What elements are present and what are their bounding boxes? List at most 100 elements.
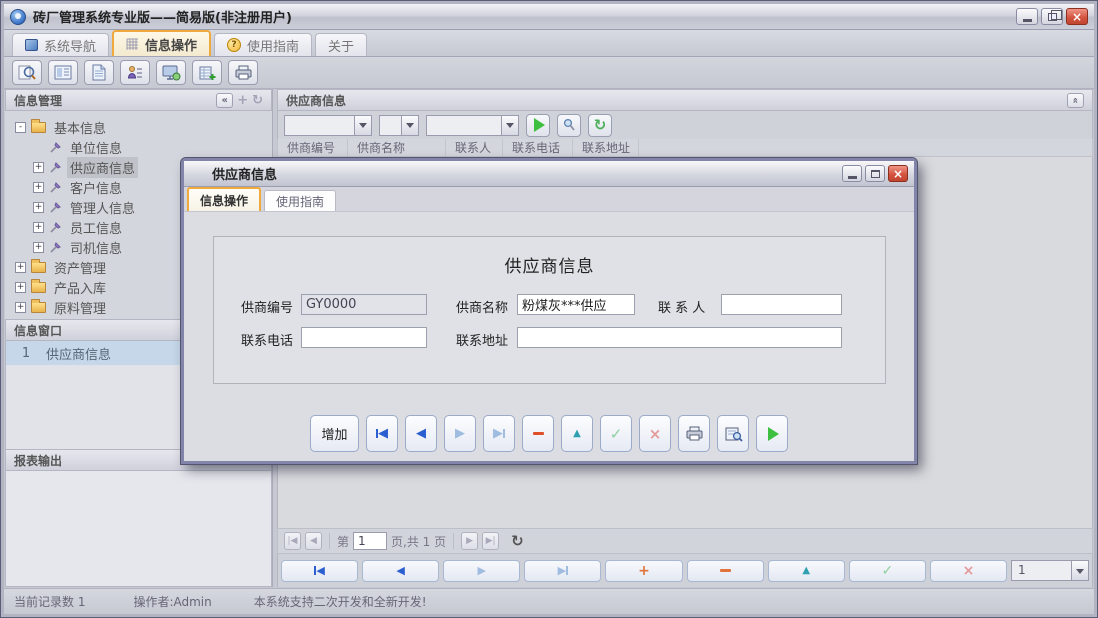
expander-icon[interactable]: +: [33, 202, 44, 213]
last-page-button[interactable]: ▶|: [482, 532, 499, 550]
refresh-page-icon[interactable]: ↻: [511, 532, 524, 550]
monitor-button[interactable]: [156, 60, 186, 85]
expander-icon[interactable]: +: [33, 182, 44, 193]
filter-value-combo[interactable]: [426, 115, 519, 136]
confirm-record-button[interactable]: ✓: [849, 560, 926, 582]
delete-record-button[interactable]: [687, 560, 764, 582]
advanced-search-button[interactable]: [557, 114, 581, 137]
supplier-code-field[interactable]: [301, 294, 427, 315]
page-prefix-label: 第: [337, 533, 349, 550]
supplier-name-field[interactable]: [517, 294, 635, 315]
folder-icon: [31, 282, 46, 293]
column-header-contact[interactable]: 联系人: [446, 139, 503, 156]
dialog-content: 供应商信息 供商编号 供商名称 联 系 人 联系电话 联系地址 增加 ◀ ◀ ▶…: [184, 212, 914, 463]
expander-icon[interactable]: +: [15, 262, 26, 273]
search-button[interactable]: [12, 60, 42, 85]
chevron-down-icon[interactable]: [1071, 561, 1088, 580]
column-header-phone[interactable]: 联系电话: [503, 139, 573, 156]
record-count-combo[interactable]: 1: [1011, 560, 1089, 581]
new-document-button[interactable]: [84, 60, 114, 85]
dialog-button-row: 增加 ◀ ◀ ▶ ▶ ▲ ✓ ×: [184, 415, 914, 452]
contact-person-field[interactable]: [721, 294, 842, 315]
first-record-icon: ◀: [376, 426, 388, 441]
dialog-tab-user-guide[interactable]: 使用指南: [264, 190, 336, 211]
page-suffix-label: 页,共 1 页: [391, 533, 446, 550]
confirm-button[interactable]: ✓: [600, 415, 632, 452]
address-field[interactable]: [517, 327, 842, 348]
tab-info-operation[interactable]: 信息操作: [112, 30, 211, 56]
first-record-button[interactable]: ◀: [281, 560, 358, 582]
tree-item-basic-info[interactable]: - 基本信息: [15, 117, 272, 137]
database-add-button[interactable]: [192, 60, 222, 85]
expander-icon[interactable]: +: [33, 162, 44, 173]
first-record-button[interactable]: ◀: [366, 415, 398, 452]
run-button[interactable]: [756, 415, 788, 452]
next-record-button[interactable]: ▶: [444, 415, 476, 452]
collapse-panel-icon[interactable]: «: [216, 93, 233, 108]
record-count-value: 1: [1012, 561, 1071, 580]
edit-record-button[interactable]: ▲: [561, 415, 593, 452]
expander-icon[interactable]: +: [33, 242, 44, 253]
dialog-tab-info-operation[interactable]: 信息操作: [187, 187, 261, 211]
prev-record-button[interactable]: ◀: [405, 415, 437, 452]
chevron-down-icon[interactable]: [354, 116, 371, 135]
tree-item-unit-info[interactable]: 单位信息: [15, 137, 272, 157]
tab-user-guide[interactable]: ? 使用指南: [214, 33, 312, 56]
last-record-icon: ▶: [493, 426, 505, 441]
close-button[interactable]: ×: [1066, 8, 1088, 25]
column-header-supplier-code[interactable]: 供商编号: [278, 139, 348, 156]
print-preview-button[interactable]: [717, 415, 749, 452]
tree-label: 资产管理: [51, 257, 109, 278]
delete-record-button[interactable]: [522, 415, 554, 452]
tree-label: 基本信息: [51, 117, 109, 138]
filter-field-combo[interactable]: [284, 115, 372, 136]
first-page-button[interactable]: |◀: [284, 532, 301, 550]
next-record-button[interactable]: ▶: [443, 560, 520, 582]
grid-icon: [126, 38, 139, 51]
expander-icon[interactable]: -: [15, 122, 26, 133]
form-view-button[interactable]: [48, 60, 78, 85]
status-message: 本系统支持二次开发和全新开发!: [254, 593, 427, 610]
expander-icon[interactable]: +: [15, 282, 26, 293]
chevron-down-icon[interactable]: [401, 116, 418, 135]
form-title: 供应商信息: [214, 237, 885, 277]
filter-operator-combo[interactable]: [379, 115, 419, 136]
page-number-input[interactable]: [353, 532, 387, 550]
refresh-icon[interactable]: ↻: [252, 93, 263, 108]
refresh-data-button[interactable]: ↻: [588, 114, 612, 137]
minimize-button[interactable]: [1016, 8, 1038, 25]
expander-icon[interactable]: +: [15, 302, 26, 313]
edit-record-button[interactable]: ▲: [768, 560, 845, 582]
column-header-supplier-name[interactable]: 供商名称: [348, 139, 446, 156]
user-manage-button[interactable]: [120, 60, 150, 85]
dialog-close-button[interactable]: ×: [888, 165, 908, 182]
column-header-address[interactable]: 联系地址: [573, 139, 639, 156]
next-page-button[interactable]: ▶: [461, 532, 478, 550]
prev-page-button[interactable]: ◀: [305, 532, 322, 550]
prev-record-button[interactable]: ◀: [362, 560, 439, 582]
chevron-down-icon[interactable]: [501, 116, 518, 135]
document-icon: [92, 64, 106, 81]
print-button[interactable]: [678, 415, 710, 452]
last-record-button[interactable]: ▶: [524, 560, 601, 582]
add-record-button[interactable]: +: [605, 560, 682, 582]
restore-button[interactable]: [1041, 8, 1063, 25]
last-record-button[interactable]: ▶: [483, 415, 515, 452]
phone-field[interactable]: [301, 327, 427, 348]
dialog-maximize-button[interactable]: [865, 165, 885, 182]
add-button[interactable]: 增加: [310, 415, 359, 452]
operator-status: 操作者:Admin: [133, 593, 211, 610]
dialog-minimize-button[interactable]: [842, 165, 862, 182]
tab-about[interactable]: 关于: [315, 33, 367, 56]
add-icon[interactable]: +: [237, 93, 248, 108]
info-mgmt-title: 信息管理: [14, 92, 62, 109]
run-query-button[interactable]: [526, 114, 550, 137]
cancel-button[interactable]: ×: [639, 415, 671, 452]
print-preview-icon: [724, 426, 743, 442]
expander-icon[interactable]: +: [33, 222, 44, 233]
print-button[interactable]: [228, 60, 258, 85]
tool-icon: [49, 221, 62, 234]
collapse-up-icon[interactable]: «: [1067, 93, 1084, 108]
tab-system-nav[interactable]: 系统导航: [12, 33, 109, 56]
cancel-record-button[interactable]: ×: [930, 560, 1007, 582]
